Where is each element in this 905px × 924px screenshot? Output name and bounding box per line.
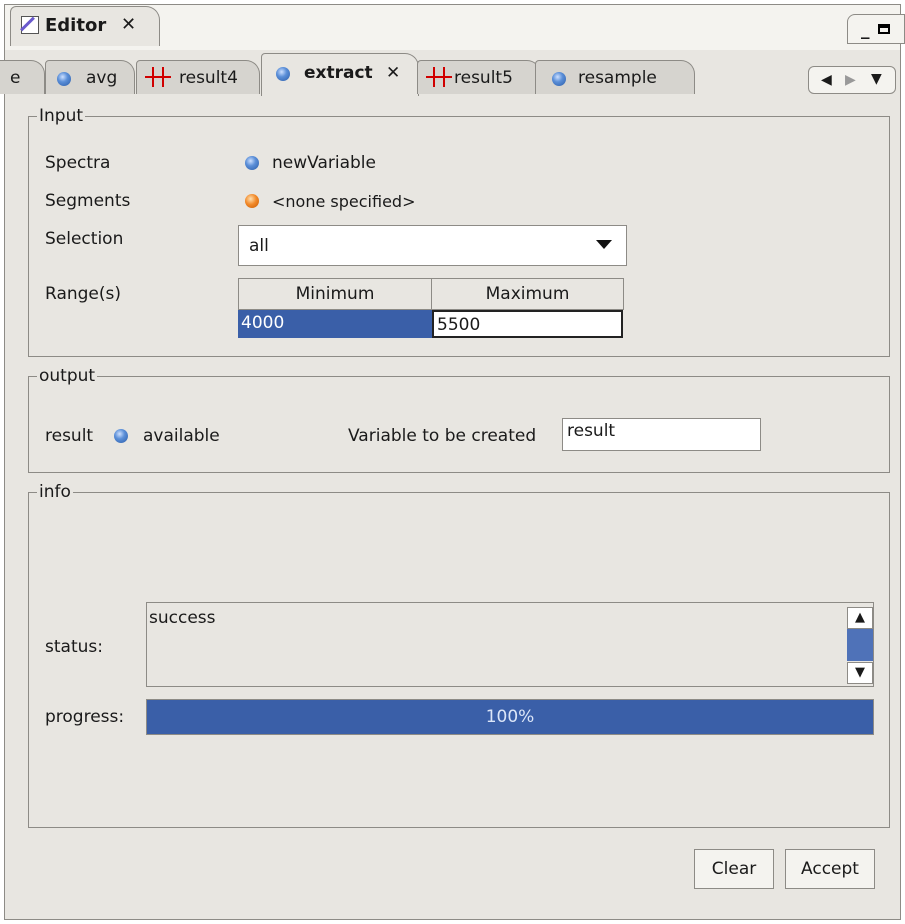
status-text-area[interactable]: success ▲ ▼ [146, 602, 874, 687]
spectrum-icon [426, 67, 452, 87]
scroll-up-icon[interactable]: ▲ [847, 607, 873, 629]
spectra-label: Spectra [45, 153, 111, 173]
chevron-down-icon [596, 240, 612, 249]
scroll-left-icon[interactable]: ◀ [821, 72, 832, 88]
result-status: available [143, 426, 220, 446]
maximum-column-header[interactable]: Maximum [431, 278, 624, 310]
scroll-down-icon[interactable]: ▼ [847, 662, 873, 684]
tab-navigation: ◀ ▶ ▼ [808, 66, 896, 94]
range-max-cell[interactable]: 5500 [432, 310, 623, 338]
ranges-label: Range(s) [45, 284, 122, 304]
tab-row: e avg result4 extract ✕ result5 resample [0, 50, 900, 96]
input-legend: Input [37, 106, 86, 126]
tab-label: result5 [454, 68, 513, 88]
progress-bar: 100% [146, 699, 874, 735]
status-scrollbar[interactable]: ▲ ▼ [847, 607, 873, 684]
tab-resample[interactable]: resample [535, 60, 695, 94]
tab-label: e [10, 68, 21, 88]
tab-list-menu-icon[interactable]: ▼ [871, 71, 882, 87]
spectra-value[interactable]: newVariable [272, 153, 376, 173]
tab-result4[interactable]: result4 [136, 60, 260, 94]
variable-dot-icon [552, 72, 566, 86]
scroll-right-icon[interactable]: ▶ [845, 72, 856, 88]
tab-avg[interactable]: avg [45, 60, 135, 94]
variable-name-input[interactable]: result [562, 418, 761, 451]
progress-text: 100% [485, 707, 535, 727]
tab-partial[interactable]: e [0, 60, 45, 94]
minimum-column-header[interactable]: Minimum [238, 278, 432, 310]
variable-dot-icon [114, 429, 128, 443]
selection-dropdown[interactable]: all [238, 225, 627, 266]
editor-title: Editor [45, 15, 107, 36]
edit-icon [21, 16, 39, 34]
output-legend: output [37, 366, 98, 386]
tab-extract[interactable]: extract ✕ [261, 53, 419, 96]
segments-label: Segments [45, 191, 131, 211]
tab-result5[interactable]: result5 [417, 60, 541, 94]
variable-dot-icon [276, 67, 290, 81]
close-icon[interactable]: ✕ [121, 14, 136, 35]
ranges-table: Minimum Maximum 4000 5500 [238, 278, 627, 342]
segments-value[interactable]: <none specified> [272, 192, 415, 211]
accept-button[interactable]: Accept [785, 849, 875, 889]
variable-dot-icon [57, 72, 71, 86]
editor-view-tab[interactable]: Editor ✕ [10, 6, 160, 46]
tab-label: result4 [179, 68, 238, 88]
variable-name-value: result [567, 421, 616, 441]
clear-button[interactable]: Clear [694, 849, 774, 889]
window-controls: _ [847, 14, 905, 44]
range-min-cell[interactable]: 4000 [238, 310, 432, 338]
minimize-icon[interactable]: _ [861, 20, 870, 40]
progress-label: progress: [45, 707, 125, 727]
tab-label: extract [304, 63, 373, 83]
close-icon[interactable]: ✕ [386, 63, 400, 83]
maximize-icon[interactable] [878, 24, 890, 34]
status-label: status: [45, 637, 103, 657]
variable-label: Variable to be created [348, 426, 537, 446]
selection-label: Selection [45, 229, 124, 249]
scrollbar-thumb[interactable] [847, 629, 873, 661]
info-legend: info [37, 482, 73, 502]
result-label: result [45, 426, 94, 446]
selection-value: all [249, 236, 269, 256]
tab-label: resample [578, 68, 657, 88]
spectrum-icon [145, 67, 171, 87]
tab-label: avg [86, 68, 118, 88]
unspecified-dot-icon [245, 194, 259, 208]
variable-dot-icon [245, 156, 259, 170]
status-text: success [149, 608, 216, 628]
